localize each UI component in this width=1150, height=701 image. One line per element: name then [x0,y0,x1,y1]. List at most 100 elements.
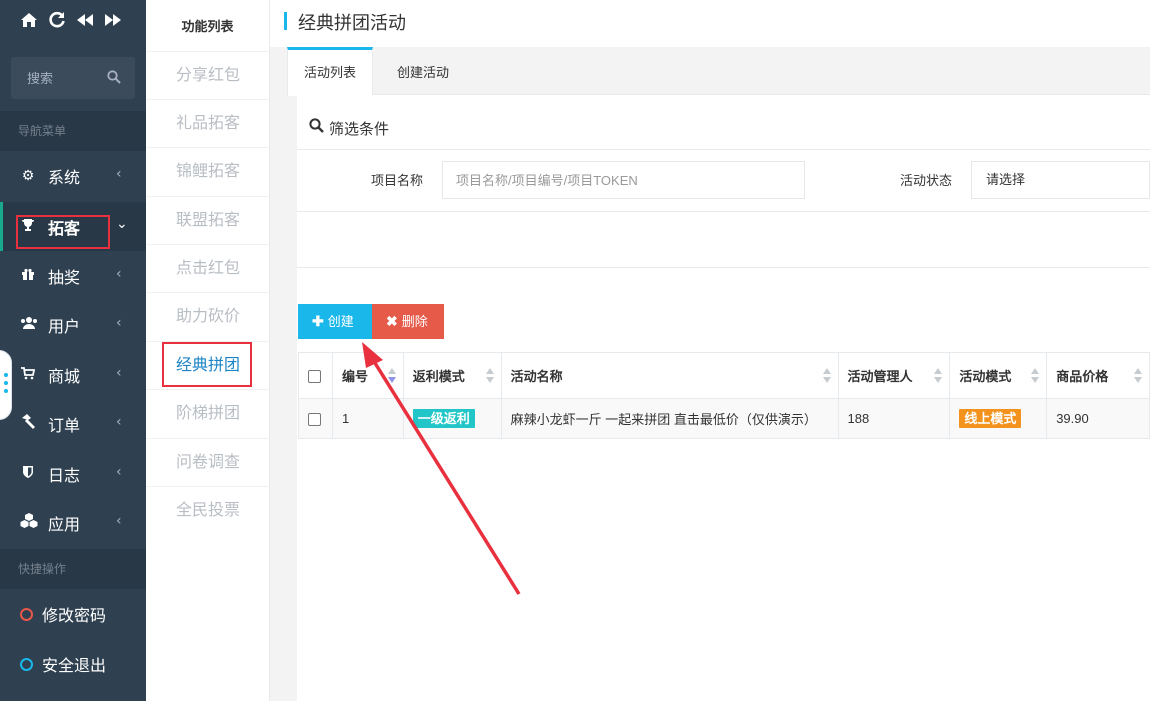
divider [297,267,1150,268]
column-header-activity-mode[interactable]: 活动模式 [949,352,1048,399]
sidebar-item-label: 日志 [48,467,81,485]
column-header-activity-name[interactable]: 活动名称 [500,352,839,399]
delete-button[interactable]: ✖ 删除 [372,304,444,339]
func-item-gift-tuoke[interactable]: 礼品拓客 [146,99,270,147]
title-accent-bar [284,12,287,30]
func-item-share-redpacket[interactable]: 分享红包 [146,51,270,99]
create-button[interactable]: ✚ 创建 [298,304,372,339]
func-item-alliance-tuoke[interactable]: 联盟拓客 [146,196,270,244]
activity-status-select[interactable]: 请选择 [971,161,1150,199]
circle-icon [20,657,33,671]
delete-button-label: 删除 [401,314,428,329]
column-header-price[interactable]: 商品价格 [1046,352,1150,399]
search-icon[interactable] [107,70,121,84]
func-item-click-redpacket[interactable]: 点击红包 [146,244,270,292]
column-header-label: 返利模式 [412,369,465,384]
rebate-badge: 一级返利 [412,409,475,428]
chevron-left-icon: ‹ [116,365,122,381]
select-all-checkbox[interactable] [308,370,321,384]
main-content: 经典拼团活动 活动列表 创建活动 筛选条件 项目名称 活动状态 请选择 ✚创建 … [270,0,1150,701]
func-item-bargain[interactable]: 助力砍价 [146,292,270,340]
cell-id: 1 [331,398,404,439]
project-name-label: 项目名称 [371,173,424,188]
chevron-left-icon: ‹ [116,166,122,182]
sidebar-item-lottery[interactable]: 抽奖 ‹ [0,251,146,300]
sidebar-search [11,57,135,99]
tab-activity-list[interactable]: 活动列表 [287,47,374,96]
chevron-left-icon: ‹ [116,513,122,529]
sidebar-item-system[interactable]: ⚙ 系统 ‹ [0,151,146,200]
create-button-label: 创建 [327,314,354,329]
nav-menu-header: 导航菜单 [0,111,146,151]
shield-icon [20,465,36,483]
function-panel-title: 功能列表 [181,19,234,34]
cubes-icon [20,512,38,533]
column-header-manager[interactable]: 活动管理人 [837,352,951,399]
highlight-box-classic-group [162,342,252,387]
func-item-survey[interactable]: 问卷调查 [146,438,270,486]
activity-list-panel: 筛选条件 项目名称 活动状态 请选择 ✚创建 ✖删除 编号 返利模式 活动名称 [297,95,1150,701]
project-name-input[interactable] [442,161,805,199]
refresh-icon[interactable] [48,11,66,29]
fast-forward-icon[interactable] [104,11,122,29]
filter-title: 筛选条件 [329,121,390,138]
func-item-vote[interactable]: 全民投票 [146,486,270,534]
select-all-cell [298,352,333,399]
sort-icon [1031,368,1040,384]
quick-actions-header: 快捷操作 [0,549,146,589]
search-icon [309,118,324,133]
row-checkbox[interactable] [308,413,321,427]
column-header-label: 活动管理人 [847,369,913,384]
sidebar-item-apps[interactable]: 应用 ‹ [0,498,146,547]
plus-icon: ✚ [312,313,324,329]
sort-icon [934,368,943,384]
filter-header: 筛选条件 [297,95,1150,150]
page-title-bar: 经典拼团活动 [270,0,1150,47]
users-icon [20,316,37,334]
sidebar-item-label: 抽奖 [48,269,81,287]
column-header-label: 活动模式 [959,369,1012,384]
highlight-box-tuoke [16,215,110,249]
sidebar-item-users[interactable]: 用户 ‹ [0,300,146,349]
cart-icon [20,366,36,384]
column-header-label: 活动名称 [510,369,563,384]
column-header-label: 商品价格 [1056,369,1109,384]
func-item-tier-group[interactable]: 阶梯拼团 [146,389,270,437]
sidebar-item-label: 应用 [48,516,81,534]
column-header-rebate-mode[interactable]: 返利模式 [402,352,502,399]
chevron-left-icon: ‹ [116,464,122,480]
sort-icon [1134,368,1142,384]
sidebar-item-orders[interactable]: 订单 ‹ [0,399,146,448]
chevron-left-icon: ‹ [116,315,122,331]
change-password-label: 修改密码 [42,608,107,625]
tab-create-activity[interactable]: 创建活动 [381,47,465,95]
gift-icon [20,267,36,285]
chevron-down-icon: ⌄ [116,216,128,232]
sidebar-item-shop[interactable]: 商城 ‹ [0,350,146,399]
column-header-id[interactable]: 编号 [331,352,404,399]
hammer-icon [20,413,36,434]
table-row[interactable]: 1 一级返利 麻辣小龙虾一斤 一起来拼团 直击最低价（仅供演示） 188 线上模… [298,398,1150,439]
floating-side-handle[interactable] [0,350,12,420]
func-item-koi-tuoke[interactable]: 锦鲤拓客 [146,147,270,195]
sidebar-toolbar [0,0,146,40]
close-icon: ✖ [386,313,398,329]
mode-badge: 线上模式 [959,409,1022,428]
change-password-link[interactable]: 修改密码 [0,589,146,639]
rewind-icon[interactable] [76,11,94,29]
row-select-cell [298,398,333,439]
column-header-label: 编号 [341,369,368,384]
home-icon[interactable] [20,11,38,29]
sort-icon [485,368,494,384]
sidebar-item-logs[interactable]: 日志 ‹ [0,449,146,498]
cell-rebate-mode: 一级返利 [402,398,502,439]
sidebar-item-label: 订单 [48,417,81,435]
chevron-left-icon: ‹ [116,414,122,430]
cell-activity-name: 麻辣小龙虾一斤 一起来拼团 直击最低价（仅供演示） [500,398,839,439]
sidebar-item-label: 商城 [48,368,81,386]
divider [297,211,1150,212]
activity-status-label: 活动状态 [900,173,953,188]
gear-icon: ⚙ [21,167,35,184]
page-title: 经典拼团活动 [298,13,406,33]
logout-link[interactable]: 安全退出 [0,639,146,689]
